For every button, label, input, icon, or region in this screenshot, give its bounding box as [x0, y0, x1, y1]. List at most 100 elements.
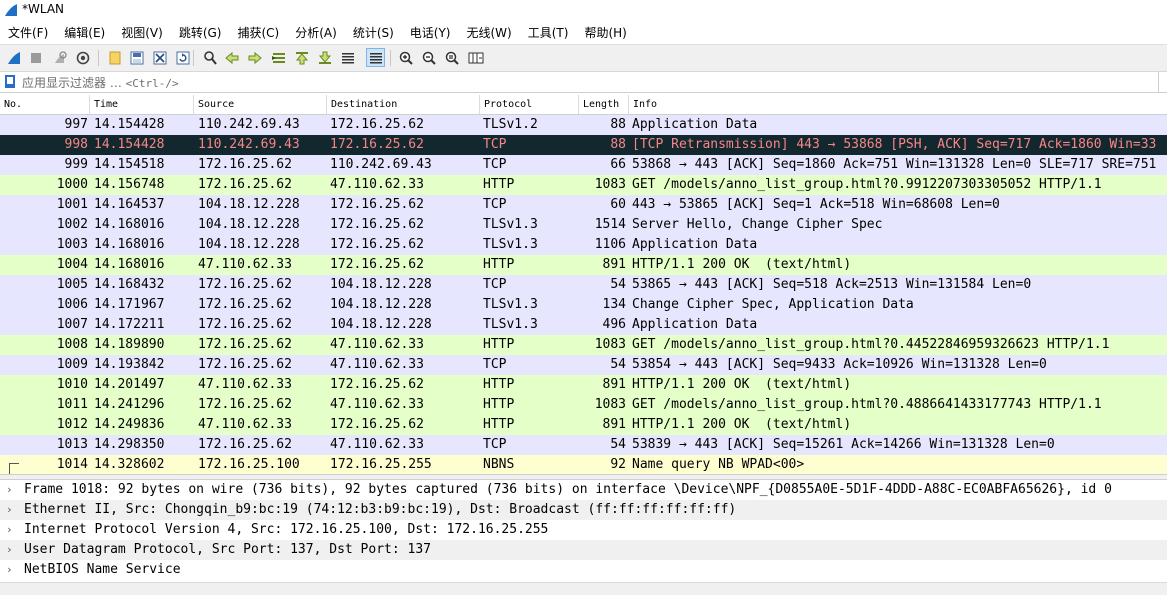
save-file-icon — [130, 51, 143, 64]
table-row[interactable]: 1009 14.193842 172.16.25.62 47.110.62.33 TCP… — [0, 355, 1167, 375]
chevron-right-icon[interactable]: › — [6, 500, 16, 520]
capture-options-button[interactable] — [73, 48, 92, 67]
cell-info: HTTP/1.1 200 OK (text/html) — [632, 257, 852, 272]
go-last-button[interactable] — [315, 48, 334, 67]
cell-dst: 104.18.12.228 — [330, 277, 432, 292]
table-row[interactable]: 1007 14.172211 172.16.25.62 104.18.12.228 TL… — [0, 315, 1167, 335]
cell-info: 53839 → 443 [ACK] Seq=15261 Ack=14266 Wi… — [632, 437, 1055, 452]
table-row[interactable]: 1010 14.201497 47.110.62.33 172.16.25.62 HTT… — [0, 375, 1167, 395]
shark-fin-start-button[interactable] — [4, 48, 23, 67]
chevron-right-icon[interactable]: › — [6, 540, 16, 560]
resize-columns-button[interactable] — [466, 48, 485, 67]
table-row[interactable]: 1008 14.189890 172.16.25.62 47.110.62.33 HTT… — [0, 335, 1167, 355]
table-row[interactable]: 1012 14.249836 47.110.62.33 172.16.25.62 HTT… — [0, 415, 1167, 435]
table-row[interactable]: 1013 14.298350 172.16.25.62 47.110.62.33 TCP… — [0, 435, 1167, 455]
table-row[interactable]: 1000 14.156748 172.16.25.62 47.110.62.33 HTT… — [0, 175, 1167, 195]
filter-placeholder: 应用显示过滤器 … — [22, 76, 126, 90]
packet-details[interactable]: › Frame 1018: 92 bytes on wire (736 bits)… — [0, 480, 1167, 582]
autoscroll-button[interactable] — [338, 48, 357, 67]
go-first-button[interactable] — [292, 48, 311, 67]
detail-tree-item[interactable]: › NetBIOS Name Service — [0, 560, 1167, 580]
find-packet-button[interactable] — [200, 48, 219, 67]
zoom-in-button[interactable] — [396, 48, 415, 67]
zoom-out-button[interactable] — [419, 48, 438, 67]
cell-src: 172.16.25.62 — [198, 437, 292, 452]
cell-src: 172.16.25.62 — [198, 297, 292, 312]
menu-item-10[interactable]: 帮助(H) — [576, 22, 634, 42]
zoom-normal-button[interactable] — [442, 48, 461, 67]
restart-button[interactable] — [50, 48, 69, 67]
column-header-info[interactable]: Info — [629, 95, 1167, 114]
go-back-button[interactable] — [222, 48, 241, 67]
cell-dst: 47.110.62.33 — [330, 337, 424, 352]
cell-info: Application Data — [632, 117, 758, 132]
capture-options-icon — [76, 51, 89, 64]
cell-time: 14.154428 — [94, 117, 165, 132]
table-row[interactable]: 1006 14.171967 172.16.25.62 104.18.12.228 TL… — [0, 295, 1167, 315]
cell-len: 1106 — [594, 237, 626, 252]
packet-list[interactable]: No. Time Source Destination Protocol Len… — [0, 95, 1167, 474]
cell-proto: TLSv1.3 — [483, 297, 538, 312]
save-file-button[interactable] — [127, 48, 146, 67]
chevron-right-icon[interactable]: › — [6, 560, 16, 580]
detail-tree-item[interactable]: › User Datagram Protocol, Src Port: 137, … — [0, 540, 1167, 560]
menu-item-6[interactable]: 统计(S) — [345, 22, 402, 42]
column-header-length[interactable]: Length — [579, 95, 629, 114]
menu-item-0[interactable]: 文件(F) — [0, 22, 56, 42]
column-header-source[interactable]: Source — [194, 95, 327, 114]
menu-item-8[interactable]: 无线(W) — [459, 22, 520, 42]
chevron-right-icon[interactable]: › — [6, 520, 16, 540]
cell-time: 14.168016 — [94, 237, 165, 252]
zoom-normal-icon — [445, 51, 459, 65]
detail-text: Frame 1018: 92 bytes on wire (736 bits),… — [24, 482, 1112, 497]
cell-proto: TLSv1.2 — [483, 117, 538, 132]
display-filter-input[interactable]: 应用显示过滤器 … <Ctrl-/> — [22, 74, 179, 91]
table-row[interactable]: 1004 14.168016 47.110.62.33 172.16.25.62 HTT… — [0, 255, 1167, 275]
go-forward-icon — [248, 51, 262, 64]
close-file-button[interactable] — [150, 48, 169, 67]
column-header-destination[interactable]: Destination — [327, 95, 480, 114]
filter-apply-button[interactable] — [1158, 72, 1167, 92]
cell-len: 891 — [602, 417, 626, 432]
table-row[interactable]: 1011 14.241296 172.16.25.62 47.110.62.33 HTT… — [0, 395, 1167, 415]
detail-text: NetBIOS Name Service — [24, 562, 181, 577]
find-packet-icon — [203, 50, 217, 65]
cell-dst: 172.16.25.62 — [330, 117, 424, 132]
cell-dst: 47.110.62.33 — [330, 437, 424, 452]
cell-proto: HTTP — [483, 417, 515, 432]
table-row[interactable]: 997 14.154428 110.242.69.43 172.16.25.62 TLS… — [0, 115, 1167, 135]
table-row[interactable]: 1005 14.168432 172.16.25.62 104.18.12.228 TC… — [0, 275, 1167, 295]
menu-item-7[interactable]: 电话(Y) — [402, 22, 459, 42]
table-row[interactable]: 1002 14.168016 104.18.12.228 172.16.25.62 TL… — [0, 215, 1167, 235]
cell-no: 1009 — [56, 357, 88, 372]
table-row[interactable]: 1001 14.164537 104.18.12.228 172.16.25.62 TC… — [0, 195, 1167, 215]
cell-time: 14.164537 — [94, 197, 165, 212]
menu-item-4[interactable]: 捕获(C) — [229, 22, 287, 42]
menu-item-2[interactable]: 视图(V) — [113, 22, 171, 42]
table-row[interactable]: 1014 14.328602 172.16.25.100 172.16.25.255 N… — [0, 455, 1167, 474]
column-header-no[interactable]: No. — [0, 95, 90, 114]
bookmark-filter-icon[interactable] — [4, 75, 16, 89]
chevron-right-icon[interactable]: › — [6, 480, 16, 500]
open-file-button[interactable] — [105, 48, 124, 67]
go-forward-button[interactable] — [245, 48, 264, 67]
stop-button[interactable] — [26, 48, 45, 67]
detail-tree-item[interactable]: › Ethernet II, Src: Chongqin_b9:bc:19 (74… — [0, 500, 1167, 520]
cell-info: 53854 → 443 [ACK] Seq=9433 Ack=10926 Win… — [632, 357, 1047, 372]
menu-item-3[interactable]: 跳转(G) — [171, 22, 230, 42]
reload-button[interactable] — [173, 48, 192, 67]
menu-item-1[interactable]: 编辑(E) — [56, 22, 113, 42]
menu-item-5[interactable]: 分析(A) — [287, 22, 345, 42]
table-row[interactable]: 999 14.154518 172.16.25.62 110.242.69.43 TCP… — [0, 155, 1167, 175]
detail-tree-item[interactable]: › Frame 1018: 92 bytes on wire (736 bits)… — [0, 480, 1167, 500]
table-row[interactable]: 1003 14.168016 104.18.12.228 172.16.25.62 TL… — [0, 235, 1167, 255]
menu-item-9[interactable]: 工具(T) — [520, 22, 577, 42]
detail-tree-item[interactable]: › Internet Protocol Version 4, Src: 172.1… — [0, 520, 1167, 540]
display-filter-bar[interactable]: 应用显示过滤器 … <Ctrl-/> — [0, 72, 1167, 93]
column-header-protocol[interactable]: Protocol — [480, 95, 579, 114]
go-to-packet-button[interactable] — [269, 48, 288, 67]
column-header-time[interactable]: Time — [90, 95, 194, 114]
table-row[interactable]: 998 14.154428 110.242.69.43 172.16.25.62 TCP… — [0, 135, 1167, 155]
cell-time: 14.328602 — [94, 457, 165, 472]
colorize-button[interactable] — [366, 48, 385, 67]
